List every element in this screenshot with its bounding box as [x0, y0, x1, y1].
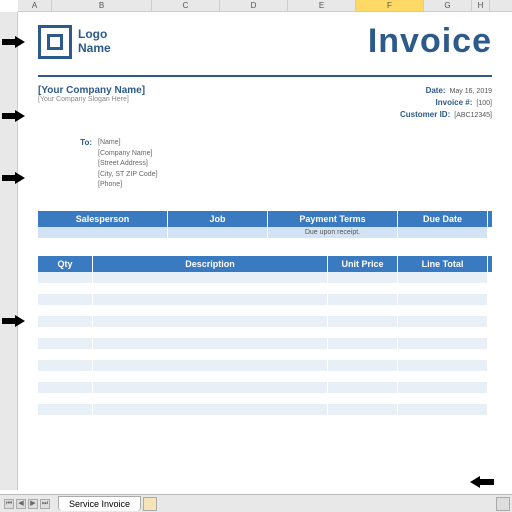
sheet-tab[interactable]: Service Invoice [58, 496, 141, 511]
annotation-arrow-icon [470, 476, 494, 488]
new-sheet-button[interactable] [143, 497, 157, 511]
invoice-meta: Date: May 16, 2019 Invoice #:[100] Custom… [400, 85, 492, 120]
company-slogan[interactable]: [Your Company Slogan Here] [38, 96, 145, 103]
summary-table[interactable]: SalespersonJobPayment TermsDue Date Due … [38, 211, 492, 238]
column-header-A[interactable]: A [18, 0, 52, 11]
tab-last-icon[interactable]: ⏭ [40, 499, 50, 509]
items-header: QtyDescriptionUnit PriceLine Total [38, 256, 492, 272]
column-header-B[interactable]: B [52, 0, 152, 11]
date-value[interactable]: May 16, 2019 [450, 88, 492, 95]
sheet-tabs-bar[interactable]: ⏮ ◀ ▶ ⏭ Service Invoice [0, 494, 512, 512]
column-header-E[interactable]: E [288, 0, 356, 11]
worksheet: Logo Name Invoice [Your Company Name] [Y… [18, 12, 512, 426]
to-fields[interactable]: [Name][Company Name][Street Address][Cit… [98, 138, 158, 191]
tab-nav-buttons[interactable]: ⏮ ◀ ▶ ⏭ [0, 499, 54, 509]
row-gutter[interactable] [0, 12, 18, 490]
to-label: To: [38, 138, 98, 191]
items-table[interactable]: QtyDescriptionUnit PriceLine Total [38, 256, 492, 426]
logo-text-1: Logo [78, 28, 111, 41]
tab-prev-icon[interactable]: ◀ [16, 499, 26, 509]
logo-text-2: Name [78, 42, 111, 55]
invoice-num-label: Invoice #: [436, 98, 473, 107]
divider [38, 75, 492, 77]
summary-header: SalespersonJobPayment TermsDue Date [38, 211, 492, 227]
tab-first-icon[interactable]: ⏮ [4, 499, 14, 509]
company-name[interactable]: [Your Company Name] [38, 85, 145, 96]
column-header-G[interactable]: G [424, 0, 472, 11]
column-header-C[interactable]: C [152, 0, 220, 11]
annotation-arrow-icon [2, 315, 26, 327]
tab-next-icon[interactable]: ▶ [28, 499, 38, 509]
date-label: Date: [426, 86, 446, 95]
column-headers[interactable]: ABCDEFGH [18, 0, 512, 12]
scroll-right-icon[interactable] [496, 497, 510, 511]
customer-id-label: Customer ID: [400, 110, 450, 119]
column-header-D[interactable]: D [220, 0, 288, 11]
annotation-arrow-icon [2, 172, 26, 184]
invoice-title: Invoice [368, 22, 492, 61]
invoice-num-value[interactable]: [100] [476, 100, 492, 107]
column-header-H[interactable]: H [472, 0, 490, 11]
annotation-arrow-icon [2, 110, 26, 122]
items-body [38, 272, 492, 426]
column-header-F[interactable]: F [356, 0, 424, 11]
logo-icon [38, 25, 72, 59]
summary-row: Due upon receipt. [38, 227, 492, 238]
customer-id-value[interactable]: [ABC12345] [454, 112, 492, 119]
annotation-arrow-icon [2, 36, 26, 48]
logo-block: Logo Name [38, 25, 111, 59]
